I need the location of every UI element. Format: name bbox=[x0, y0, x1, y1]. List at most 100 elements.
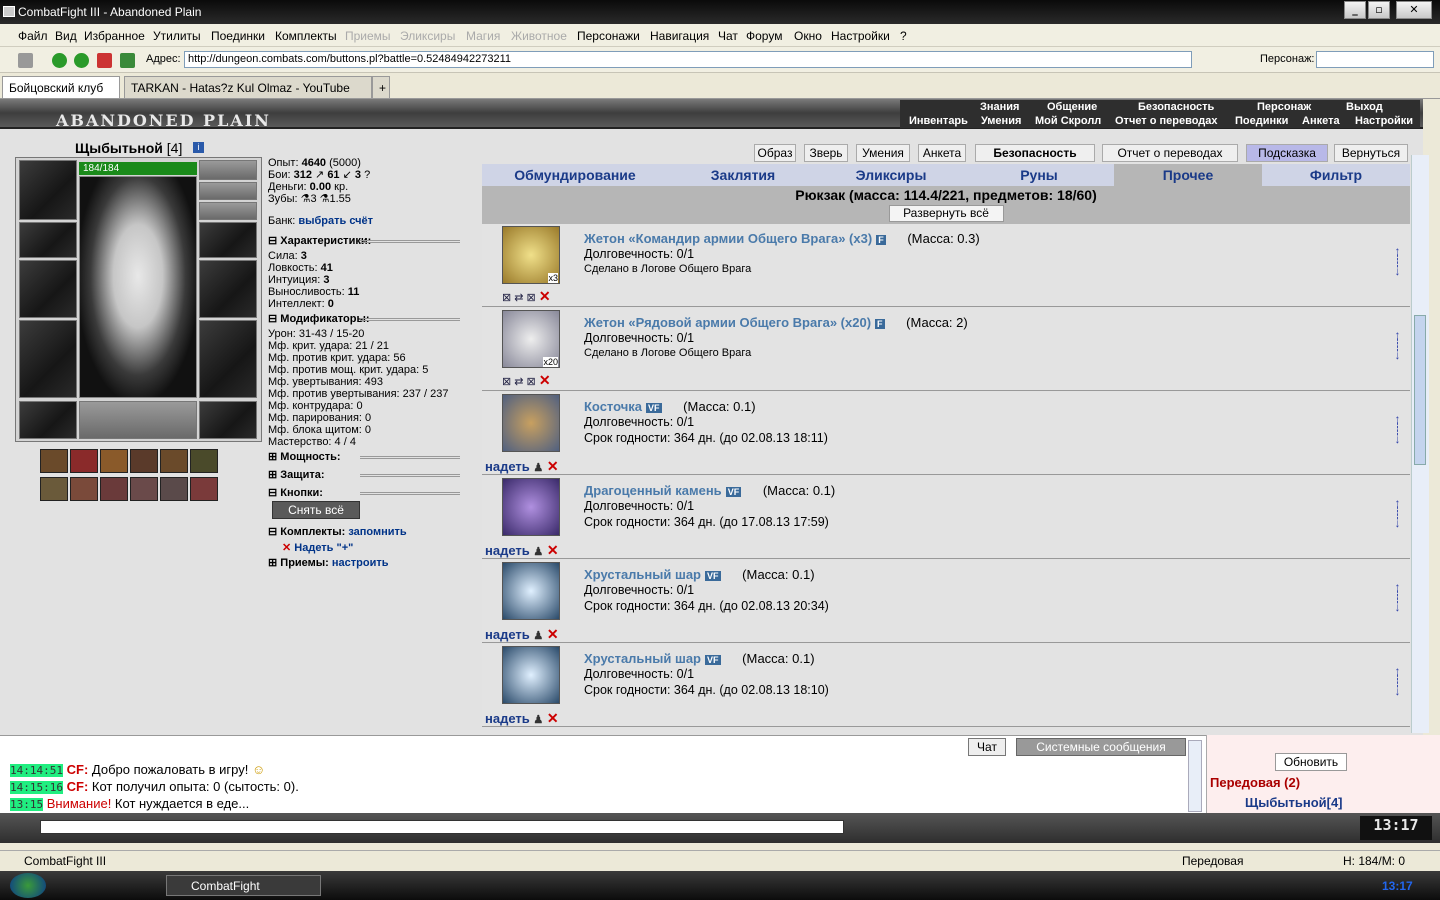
menu-favorites[interactable]: Избранное bbox=[84, 29, 145, 43]
move-arrows-icon[interactable]: ↑ ┊ ↓ bbox=[1393, 329, 1402, 362]
take-off-all-button[interactable]: Снять всё bbox=[272, 501, 360, 519]
menu-forum[interactable]: Форум bbox=[746, 29, 782, 43]
item-name[interactable]: Жетон «Командир армии Общего Врага» (x3)… bbox=[584, 231, 980, 246]
tab-filter[interactable]: Фильтр bbox=[1262, 164, 1410, 186]
system-messages-tab[interactable]: Системные сообщения bbox=[1016, 738, 1186, 756]
item-image[interactable] bbox=[502, 394, 560, 452]
stop-icon[interactable] bbox=[97, 53, 112, 68]
move-arrows-icon[interactable]: ↑ ┊ ↓ bbox=[1393, 245, 1402, 278]
menu-fights[interactable]: Поединки bbox=[211, 29, 265, 43]
tab-equipment[interactable]: Обмундирование bbox=[482, 164, 668, 186]
armor-slot[interactable] bbox=[19, 320, 77, 398]
start-button[interactable] bbox=[10, 873, 46, 898]
close-button[interactable]: ✕ bbox=[1396, 1, 1432, 19]
belt-item-4[interactable] bbox=[130, 449, 158, 473]
belt-item-9[interactable] bbox=[100, 477, 128, 501]
put-on-link[interactable]: надеть ♟ ✕ bbox=[485, 710, 559, 727]
menu-view[interactable]: Вид bbox=[55, 29, 77, 43]
modifiers-header[interactable]: ⊟ Модификаторы: bbox=[268, 312, 478, 325]
nav-character[interactable]: Персонаж bbox=[1257, 101, 1311, 113]
sets-header[interactable]: ⊟ Комплекты: запомнить bbox=[268, 525, 478, 538]
nav-security[interactable]: Безопасность bbox=[1138, 101, 1214, 113]
move-arrows-icon[interactable]: ↑ ┊ ↓ bbox=[1393, 665, 1402, 698]
belt-item-2[interactable] bbox=[70, 449, 98, 473]
belt-item-12[interactable] bbox=[190, 477, 218, 501]
maximize-button[interactable]: ▫ bbox=[1368, 1, 1390, 19]
chat-tab[interactable]: Чат bbox=[968, 738, 1006, 756]
nav-knowledge[interactable]: Знания bbox=[980, 101, 1019, 113]
belt-item-5[interactable] bbox=[160, 449, 188, 473]
forward-icon[interactable] bbox=[74, 53, 89, 68]
nav-settings[interactable]: Настройки bbox=[1355, 115, 1413, 127]
nav-social[interactable]: Общение bbox=[1047, 101, 1097, 113]
menu-utilities[interactable]: Утилиты bbox=[153, 29, 201, 43]
put-on-link[interactable]: надеть ♟ ✕ bbox=[485, 626, 559, 643]
nav-transfer-report[interactable]: Отчет о переводах bbox=[1115, 115, 1218, 127]
menu-navigation[interactable]: Навигация bbox=[650, 29, 709, 43]
tab-spells[interactable]: Заклятия bbox=[668, 164, 818, 186]
amulet-slot[interactable] bbox=[199, 182, 257, 200]
minimize-button[interactable]: _ bbox=[1344, 1, 1366, 19]
shield-slot[interactable] bbox=[199, 260, 257, 318]
legs-slot[interactable] bbox=[199, 320, 257, 398]
expand-all-button[interactable]: Развернуть всё bbox=[888, 205, 1004, 222]
belt-item-7[interactable] bbox=[40, 477, 68, 501]
persona-select[interactable] bbox=[1316, 51, 1434, 68]
chat-input[interactable] bbox=[40, 820, 844, 834]
inventory-scrollbar[interactable] bbox=[1411, 155, 1429, 733]
skills-button[interactable]: Умения bbox=[856, 144, 910, 162]
chat-scrollbar[interactable] bbox=[1188, 740, 1202, 812]
menu-settings[interactable]: Настройки bbox=[831, 29, 890, 43]
hint-button[interactable]: Подсказка bbox=[1246, 144, 1328, 162]
move-arrows-icon[interactable]: ↑ ┊ ↓ bbox=[1393, 497, 1402, 530]
menu-characters[interactable]: Персонажи bbox=[577, 29, 640, 43]
item-image[interactable] bbox=[502, 562, 560, 620]
skills-header[interactable]: ⊞ Приемы: настроить bbox=[268, 556, 478, 569]
item-actions[interactable]: ⊠ ⇄ ⊠ ✕ bbox=[502, 372, 551, 389]
pin-icon[interactable] bbox=[18, 53, 33, 68]
menu-file[interactable]: Файл bbox=[18, 29, 48, 43]
new-tab-button[interactable]: + bbox=[372, 76, 390, 98]
item-name[interactable]: Жетон «Рядовой армии Общего Врага» (x20)… bbox=[584, 315, 968, 330]
address-input[interactable]: http://dungeon.combats.com/buttons.pl?ba… bbox=[184, 51, 1192, 68]
player-link[interactable]: Щыбытьной[4] bbox=[1245, 795, 1343, 810]
bank-link[interactable]: выбрать счёт bbox=[298, 215, 373, 227]
item-name[interactable]: Хрустальный шар VF (Масса: 0.1) bbox=[584, 567, 815, 582]
info-icon[interactable]: i bbox=[193, 142, 204, 153]
tab-other[interactable]: Прочее bbox=[1114, 164, 1262, 186]
belt-item-6[interactable] bbox=[190, 449, 218, 473]
item-name[interactable]: Драгоценный камень VF (Масса: 0.1) bbox=[584, 483, 835, 498]
move-arrows-icon[interactable]: ↑ ┊ ↓ bbox=[1393, 413, 1402, 446]
tab-elixirs[interactable]: Эликсиры bbox=[818, 164, 964, 186]
helmet-slot[interactable] bbox=[19, 160, 77, 220]
security-button[interactable]: Безопасность bbox=[975, 144, 1095, 162]
profile-button[interactable]: Анкета bbox=[918, 144, 966, 162]
nav-profile[interactable]: Анкета bbox=[1302, 115, 1340, 127]
return-button[interactable]: Вернуться bbox=[1334, 144, 1408, 162]
item-name[interactable]: Хрустальный шар VF (Масса: 0.1) bbox=[584, 651, 815, 666]
pocket-slots[interactable] bbox=[79, 401, 197, 439]
nav-fights[interactable]: Поединки bbox=[1235, 115, 1288, 127]
nav-skills[interactable]: Умения bbox=[981, 115, 1021, 127]
tab-runes[interactable]: Руны bbox=[964, 164, 1114, 186]
power-header[interactable]: ⊞ Мощность: bbox=[268, 450, 478, 463]
tab-youtube[interactable]: TARKAN - Hatas?z Kul Olmaz - YouTube bbox=[124, 76, 372, 98]
put-on-link[interactable]: надеть ♟ ✕ bbox=[485, 458, 559, 475]
back-icon[interactable] bbox=[52, 53, 67, 68]
defense-header[interactable]: ⊞ Защита: bbox=[268, 468, 478, 481]
move-arrows-icon[interactable]: ↑ ┊ ↓ bbox=[1393, 581, 1402, 614]
image-button[interactable]: Образ bbox=[754, 144, 796, 162]
item-name[interactable]: Косточка VF (Масса: 0.1) bbox=[584, 399, 756, 414]
nav-inventory[interactable]: Инвентарь bbox=[909, 115, 968, 127]
weapon-slot[interactable] bbox=[19, 260, 77, 318]
item-image[interactable] bbox=[502, 478, 560, 536]
buttons-header[interactable]: ⊟ Кнопки: bbox=[268, 486, 478, 499]
gloves-slot[interactable] bbox=[199, 222, 257, 258]
nav-exit[interactable]: Выход bbox=[1346, 101, 1383, 113]
characteristics-header[interactable]: ⊟ Характеристики: bbox=[268, 234, 478, 247]
menu-help[interactable]: ? bbox=[900, 29, 907, 43]
refresh-button[interactable]: Обновить bbox=[1275, 753, 1347, 771]
boots-slot[interactable] bbox=[199, 401, 257, 439]
belt-item-1[interactable] bbox=[40, 449, 68, 473]
belt-item-10[interactable] bbox=[130, 477, 158, 501]
